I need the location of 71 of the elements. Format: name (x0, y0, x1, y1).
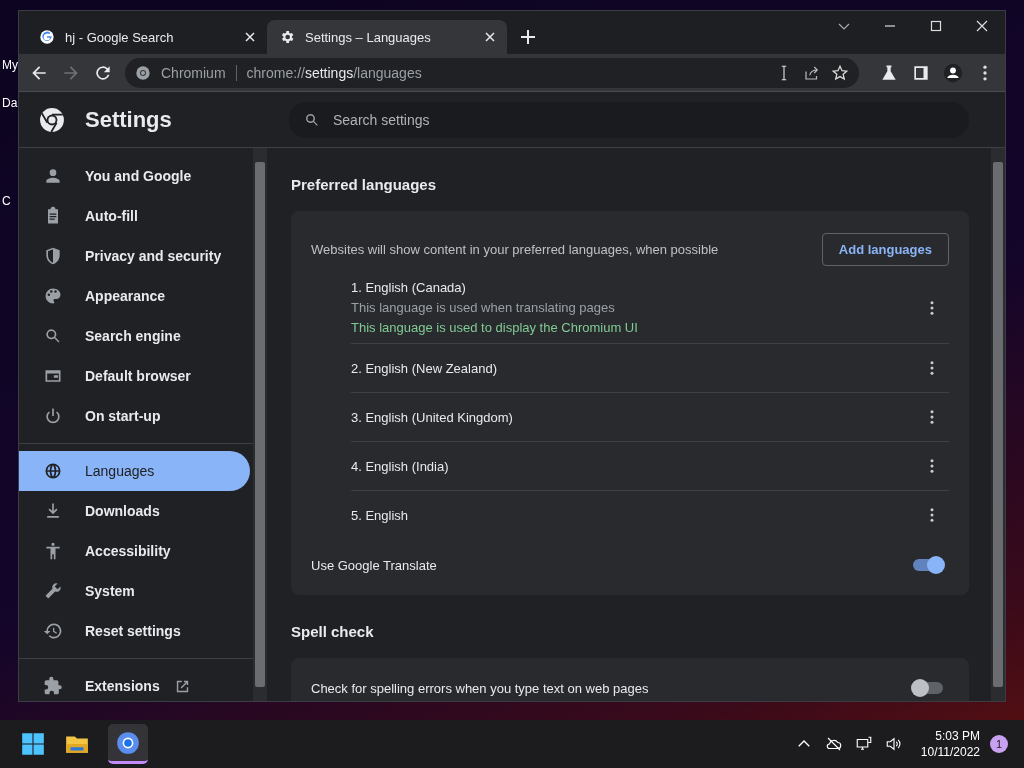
star-icon[interactable] (831, 63, 849, 82)
gear-icon (279, 29, 295, 45)
history-icon (43, 621, 63, 641)
google-logo-icon (39, 29, 55, 45)
maximize-icon[interactable] (930, 20, 942, 32)
puzzle-icon (43, 676, 63, 696)
url-text: chrome://settings/languages (246, 64, 422, 81)
sidebar-item[interactable]: Extensions (19, 666, 250, 701)
language-note: This language is used when translating pages (351, 300, 616, 315)
power-icon (43, 406, 63, 426)
speaker-icon[interactable] (884, 735, 903, 753)
sidebar-item[interactable]: You and Google (19, 156, 250, 196)
sidebar-item[interactable]: Privacy and security (19, 236, 250, 276)
person-icon (43, 166, 63, 186)
sidebar-item[interactable]: Default browser (19, 356, 250, 396)
new-tab-icon[interactable] (521, 30, 535, 44)
toggle-switch[interactable] (913, 559, 943, 571)
close-icon[interactable] (485, 32, 495, 42)
option-label: Check for spelling errors when you type text on web pages (311, 680, 649, 696)
tab-title: Settings – Languages (305, 29, 432, 45)
notification-badge[interactable]: 1 (990, 735, 1008, 753)
section-title: Spell check (291, 622, 375, 642)
desktop-icon-label: Da (2, 96, 18, 110)
cloud-off-icon[interactable] (824, 735, 843, 753)
chromium-logo-icon (115, 729, 141, 756)
language-name: 5. English (351, 507, 410, 523)
clock-time: 5:03 PM (935, 729, 980, 743)
browser-tab[interactable]: Settings – Languages (267, 20, 507, 54)
chromium-logo-icon (135, 64, 151, 81)
shield-icon (43, 246, 63, 266)
language-name: 1. English (Canada) (351, 280, 467, 295)
option-label: Use Google Translate (311, 557, 437, 573)
description-text: Websites will show content in your preferred languages, when possible (311, 242, 719, 257)
language-name: 3. English (United Kingdom) (351, 409, 514, 425)
accessibility-icon (43, 541, 63, 561)
browser-tab[interactable]: hj - Google Search (27, 20, 267, 54)
chromium-logo-icon (39, 106, 65, 133)
address-bar[interactable]: Chromium chrome://settings/languages (125, 57, 859, 88)
windows-logo-icon[interactable] (20, 731, 46, 757)
tab-title: hj - Google Search (65, 29, 175, 45)
language-name: 2. English (New Zealand) (351, 360, 498, 376)
sidebar-item[interactable]: Languages (19, 451, 250, 491)
section-title: Preferred languages (291, 175, 438, 195)
scrollbar[interactable] (991, 148, 1005, 701)
desktop-icon-label: My (2, 58, 18, 72)
add-languages-button[interactable]: Add languages (821, 233, 949, 266)
globe-icon (43, 461, 63, 481)
scrollbar[interactable] (253, 148, 267, 701)
toggle-switch[interactable] (913, 682, 943, 694)
sidebar-item[interactable]: Reset settings (19, 611, 250, 651)
profile-avatar-icon[interactable] (943, 62, 963, 83)
settings-title: Settings (85, 106, 172, 133)
search-field[interactable]: Search settings (289, 101, 969, 138)
sidebar-item[interactable]: Appearance (19, 276, 250, 316)
wrench-icon (43, 581, 63, 601)
language-note: This language is used to display the Chromium UI (351, 320, 639, 335)
close-icon[interactable] (976, 20, 988, 32)
sidebar-item[interactable]: Search engine (19, 316, 250, 356)
site-label: Chromium (161, 64, 226, 81)
sidebar-item[interactable]: Accessibility (19, 531, 250, 571)
sidebar-item[interactable]: Auto-fill (19, 196, 250, 236)
sidebar-item[interactable]: Downloads (19, 491, 250, 531)
clock-date: 10/11/2022 (920, 745, 980, 759)
network-icon[interactable] (854, 735, 873, 753)
desktop-icon-label: C (2, 194, 12, 208)
sidebar-item[interactable]: System (19, 571, 250, 611)
sidebar-item[interactable]: On start-up (19, 396, 250, 436)
palette-icon (43, 286, 63, 306)
taskbar-app-button[interactable] (108, 724, 148, 764)
language-name: 4. English (India) (351, 458, 450, 474)
close-icon[interactable] (245, 32, 255, 42)
